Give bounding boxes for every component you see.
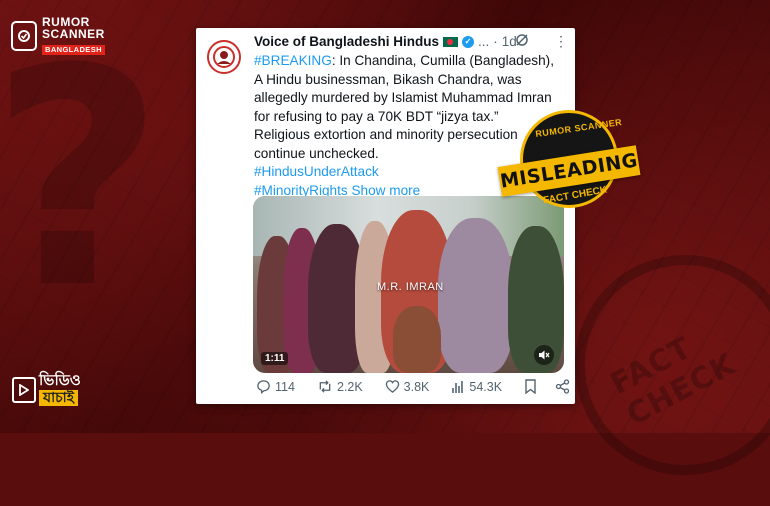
video-duration: 1:11 bbox=[261, 352, 289, 365]
bangladesh-flag-icon bbox=[443, 36, 459, 47]
repost-icon bbox=[319, 380, 331, 393]
reply-count: 114 bbox=[275, 379, 295, 394]
logo-line-3: BANGLADESH bbox=[42, 45, 105, 55]
bookmark-icon bbox=[525, 379, 536, 394]
bookmark-button[interactable] bbox=[524, 379, 537, 394]
video-badge-line-2: যাচাই bbox=[39, 390, 79, 406]
views-icon bbox=[452, 380, 464, 393]
verified-badge-icon: ✓ bbox=[462, 35, 475, 48]
play-icon bbox=[12, 376, 36, 403]
video-figure bbox=[438, 218, 513, 373]
video-figure bbox=[393, 306, 441, 373]
scanner-icon bbox=[11, 21, 37, 51]
hashtag-breaking[interactable]: #BREAKING bbox=[254, 53, 332, 68]
video-check-badge: ভিডিও যাচাই bbox=[12, 373, 81, 406]
question-mark-watermark: ? bbox=[0, 5, 165, 354]
video-watermark-caption: M.R. IMRAN bbox=[377, 281, 444, 293]
author-name[interactable]: Voice of Bangladeshi Hindus bbox=[254, 34, 439, 49]
like-count: 3.8K bbox=[403, 379, 430, 394]
video-badge-line-1: ভিডিও bbox=[39, 371, 81, 389]
reply-icon bbox=[257, 380, 270, 394]
share-icon bbox=[555, 379, 570, 394]
tweet-actions: 114 2.2K 3.8K 54.3K bbox=[256, 379, 570, 394]
grok-icon[interactable] bbox=[515, 33, 529, 52]
logo-line-2: SCANNER bbox=[42, 27, 105, 41]
heart-icon bbox=[385, 380, 399, 393]
rumor-scanner-logo: RUMOR SCANNER BANGLADESH bbox=[11, 16, 105, 56]
dot-separator: · bbox=[493, 34, 498, 49]
more-options-icon[interactable]: ⋮ bbox=[554, 34, 568, 48]
misleading-stamp: RUMOR SCANNER MISLEADING FACT CHECK bbox=[497, 110, 645, 232]
handle-ellipsis: ... bbox=[478, 34, 490, 49]
logo-wordmark: RUMOR SCANNER BANGLADESH bbox=[42, 16, 105, 56]
tweet-line: allegedly murdered by Islamist Muhammad … bbox=[254, 90, 552, 105]
share-button[interactable] bbox=[555, 379, 570, 394]
avatar[interactable] bbox=[207, 40, 241, 74]
mute-icon[interactable] bbox=[534, 345, 554, 365]
tweet-line: #BREAKING: In Chandina, Cumilla (Banglad… bbox=[254, 53, 554, 68]
views-button[interactable]: 54.3K bbox=[451, 380, 502, 394]
tweet-line: A Hindu businessman, Bikash Chandra, was bbox=[254, 71, 522, 87]
view-count: 54.3K bbox=[469, 379, 503, 394]
like-button[interactable]: 3.8K bbox=[385, 379, 430, 394]
reply-button[interactable]: 114 bbox=[256, 379, 295, 394]
tweet-header: Voice of Bangladeshi Hindus ✓ ... · 1d bbox=[254, 34, 517, 49]
repost-button[interactable]: 2.2K bbox=[317, 379, 363, 394]
repost-count: 2.2K bbox=[336, 379, 363, 394]
